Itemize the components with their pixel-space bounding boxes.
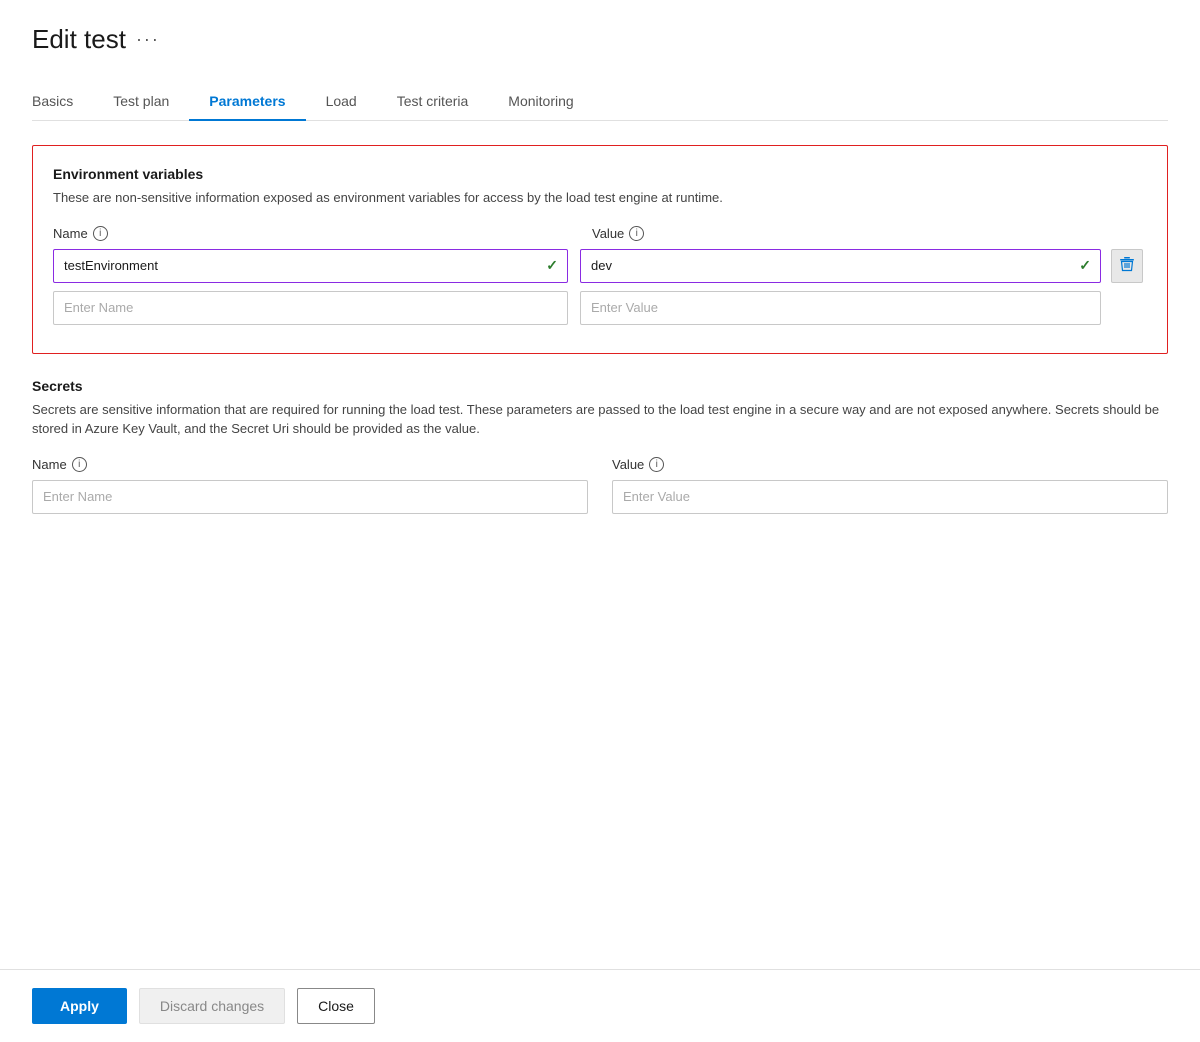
secrets-row1-value-cell xyxy=(600,480,1168,514)
tab-test-criteria[interactable]: Test criteria xyxy=(377,83,489,121)
env-section-title: Environment variables xyxy=(53,166,1147,182)
apply-button[interactable]: Apply xyxy=(32,988,127,1024)
tab-parameters[interactable]: Parameters xyxy=(189,83,305,121)
tab-basics[interactable]: Basics xyxy=(32,83,93,121)
secrets-fields-grid: Name i Value i xyxy=(32,457,1168,514)
secrets-section-description: Secrets are sensitive information that a… xyxy=(32,400,1168,439)
tab-load[interactable]: Load xyxy=(306,83,377,121)
page-title-ellipsis: ··· xyxy=(136,29,160,50)
env-row1-name-wrapper: ✓ xyxy=(53,249,568,283)
trash-icon xyxy=(1119,256,1135,275)
env-row1-name-input[interactable] xyxy=(53,249,568,283)
tab-monitoring[interactable]: Monitoring xyxy=(488,83,593,121)
tab-bar: Basics Test plan Parameters Load Test cr… xyxy=(32,83,1168,121)
env-name-info-icon: i xyxy=(93,226,108,241)
page-title-text: Edit test xyxy=(32,24,126,55)
secrets-row1-name-cell xyxy=(32,480,600,514)
env-row2-value-cell xyxy=(580,291,1107,333)
env-row2-value-wrapper xyxy=(580,291,1101,325)
page-title: Edit test ··· xyxy=(32,24,1168,55)
env-row2-name-wrapper xyxy=(53,291,568,325)
env-row1-value-cell: ✓ xyxy=(580,249,1107,291)
env-row1-value-input[interactable] xyxy=(580,249,1101,283)
tab-test-plan[interactable]: Test plan xyxy=(93,83,189,121)
env-name-header: Name i xyxy=(53,226,580,249)
footer: Apply Discard changes Close xyxy=(0,969,1200,1042)
env-row1-delete-button[interactable] xyxy=(1111,249,1143,283)
env-row2-name-input[interactable] xyxy=(53,291,568,325)
env-section-description: These are non-sensitive information expo… xyxy=(53,188,1147,208)
env-value-info-icon: i xyxy=(629,226,644,241)
env-row2-value-input[interactable] xyxy=(580,291,1101,325)
secrets-value-header: Value i xyxy=(600,457,1168,480)
close-button[interactable]: Close xyxy=(297,988,375,1024)
secrets-row1-value-input[interactable] xyxy=(612,480,1168,514)
env-row1-value-check-icon: ✓ xyxy=(1079,257,1091,274)
secrets-name-header: Name i xyxy=(32,457,600,480)
secrets-section: Secrets Secrets are sensitive informatio… xyxy=(32,378,1168,514)
env-row2-name-cell xyxy=(53,291,580,333)
env-row1-name-cell: ✓ xyxy=(53,249,580,291)
env-fields-grid: Name i Value i ✓ ✓ xyxy=(53,226,1147,333)
env-row2-action-cell xyxy=(1107,308,1147,316)
discard-changes-button: Discard changes xyxy=(139,988,285,1024)
secrets-row1-name-input[interactable] xyxy=(32,480,588,514)
env-row1-action-cell xyxy=(1107,249,1147,291)
secrets-section-title: Secrets xyxy=(32,378,1168,394)
env-variables-section: Environment variables These are non-sens… xyxy=(32,145,1168,354)
env-row1-value-wrapper: ✓ xyxy=(580,249,1101,283)
secrets-value-info-icon: i xyxy=(649,457,664,472)
env-value-header: Value i xyxy=(580,226,1107,249)
secrets-name-info-icon: i xyxy=(72,457,87,472)
env-row1-name-check-icon: ✓ xyxy=(546,257,558,274)
